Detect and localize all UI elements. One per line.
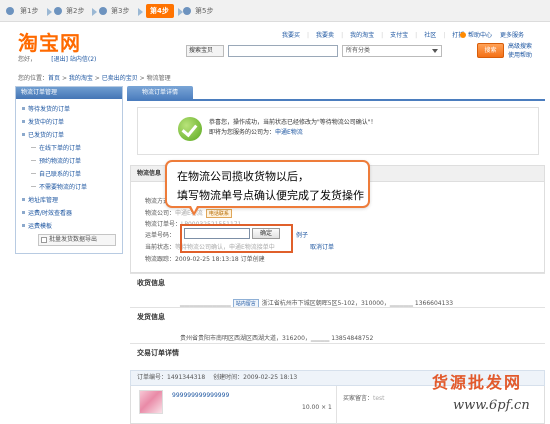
search-type-select[interactable]: 搜索宝贝 <box>186 45 224 57</box>
sidebar-item-freight-template[interactable]: 运费模板 <box>22 221 52 230</box>
waybill-highlight-box <box>180 224 293 253</box>
tab-underline <box>127 99 545 101</box>
buyer-message: 买家留言：test <box>343 395 385 402</box>
help-center-link[interactable]: 帮助中心 <box>468 32 492 39</box>
nav-my-taobao[interactable]: 我的淘宝 <box>350 32 374 39</box>
sidebar-item-no-logistics[interactable]: 不需要物流的订单 <box>31 182 87 191</box>
sidebar-item-shipped[interactable]: 已发货的订单 <box>22 130 64 139</box>
search-input[interactable] <box>228 45 338 57</box>
callout-pointer-icon <box>188 204 200 216</box>
breadcrumb: 您的位置：首页 > 我的淘宝 > 已卖出的宝贝 > 物流管理 <box>18 75 171 82</box>
category-value: 所有分类 <box>346 47 371 54</box>
breadcrumb-prefix: 您的位置： <box>18 75 49 82</box>
send-heading: 发货信息 <box>137 313 165 321</box>
step-2: 第2步 <box>66 7 85 15</box>
category-select[interactable]: 所有分类 <box>342 45 442 57</box>
step-1: 第1步 <box>20 7 39 15</box>
step-arrow-icon <box>92 8 97 16</box>
product-thumbnail[interactable] <box>139 390 163 414</box>
tracking-row: 物流跟踪：2009-02-25 18:13:18 订单创建 <box>145 256 265 263</box>
receive-heading: 收货信息 <box>137 279 165 287</box>
sidebar: 物流订单管理 等待发货的订单 发货中的订单 已发货的订单 在线下单的订单 预约物… <box>15 86 123 254</box>
batch-export-button[interactable]: 批量发货数据导出 <box>38 234 116 246</box>
search-button[interactable]: 搜索 <box>477 43 504 58</box>
divider <box>130 343 545 344</box>
waybill-row: 运单号码： <box>145 232 176 239</box>
callout-line-1: 在物流公司揽收货物以后， <box>177 170 309 183</box>
nav-buy[interactable]: 我要买 <box>282 32 300 39</box>
export-icon <box>41 237 47 243</box>
search-extra-links: 高级搜索 使用帮助 <box>508 42 548 60</box>
column-divider <box>336 386 337 424</box>
greeting-username[interactable] <box>36 56 51 63</box>
taobao-logo[interactable]: 淘宝网 <box>18 27 81 56</box>
step-4-current: 第4步 <box>146 4 174 18</box>
tab-logistics-detail[interactable]: 物流订单详情 <box>127 86 193 100</box>
logout-link[interactable]: [退出] 站内信(2) <box>51 56 96 63</box>
success-panel: 恭喜您，操作成功，当前状态已经修改为"等待物流公司确认"！ 即将为您服务的公司为… <box>137 107 539 155</box>
nav-sell[interactable]: 我要卖 <box>316 32 334 39</box>
sidebar-item-self-contact[interactable]: 自己联系的订单 <box>31 169 81 178</box>
sidebar-item-waiting-ship[interactable]: 等待发货的订单 <box>22 104 70 113</box>
step-1-dot-icon <box>6 7 14 15</box>
service-company-link[interactable]: 申通E物流 <box>275 129 303 136</box>
steps-bar: 第1步 第2步 第3步 第4步 第5步 <box>0 0 550 22</box>
search-help-link[interactable]: 使用帮助 <box>508 51 548 60</box>
divider <box>130 273 545 274</box>
instruction-callout: 在物流公司揽收货物以后， 填写物流单号点确认便完成了发货操作 <box>165 160 370 208</box>
step-arrow-icon <box>47 8 52 16</box>
sidebar-item-online-order[interactable]: 在线下单的订单 <box>31 143 81 152</box>
step-5: 第5步 <box>195 7 214 15</box>
sidebar-item-shipping[interactable]: 发货中的订单 <box>22 117 64 126</box>
breadcrumb-current: 物流管理 <box>146 75 171 82</box>
sidebar-item-reserved[interactable]: 预约物流的订单 <box>31 156 81 165</box>
step-arrow-icon <box>138 8 143 16</box>
user-greeting: 您好， [退出] 站内信(2) <box>18 54 96 63</box>
watermark-logo: 货源批发网 <box>432 373 523 392</box>
help-links: 帮助中心 更多服务 <box>460 30 524 39</box>
help-icon <box>460 32 466 38</box>
sidebar-item-freight-viewer[interactable]: 运费/时效查看器 <box>22 208 72 217</box>
nav-community[interactable]: 社区 <box>424 32 436 39</box>
top-nav: 我要买 | 我要卖 | 我的淘宝 | 支付宝 | 社区 | 打折 <box>282 32 465 39</box>
sidebar-title: 物流订单管理 <box>16 87 122 99</box>
breadcrumb-my-taobao[interactable]: 我的淘宝 <box>69 75 93 82</box>
divider <box>130 307 545 308</box>
success-message: 恭喜您，操作成功，当前状态已经修改为"等待物流公司确认"！ <box>209 119 377 126</box>
order-created-time: 2009-02-25 18:13 <box>243 374 298 381</box>
phone-contact-tag[interactable]: 电话联系 <box>205 209 232 218</box>
watermark-url: www.6pf.cn <box>453 398 530 413</box>
nav-alipay[interactable]: 支付宝 <box>390 32 408 39</box>
service-company-line: 即将为您服务的公司为：申通E物流 <box>209 129 303 136</box>
breadcrumb-sold[interactable]: 已卖出的宝贝 <box>102 75 138 82</box>
order-number: 1491344318 <box>167 374 206 381</box>
sidebar-item-address-book[interactable]: 地址库管理 <box>22 195 58 204</box>
cancel-order-link[interactable]: 取消订单 <box>310 242 334 251</box>
more-services-link[interactable]: 更多服务 <box>500 32 524 39</box>
breadcrumb-home[interactable]: 首页 <box>48 75 60 82</box>
success-check-icon <box>178 117 202 141</box>
step-3: 第3步 <box>111 7 130 15</box>
send-address-row: 贵州省贵阳市南明区西湖区西湖大道，316200，▁▁▁▁ 13854848752 <box>180 335 374 342</box>
greeting-prefix: 您好， <box>18 56 37 63</box>
chevron-down-icon <box>432 49 438 53</box>
callout-line-2: 填写物流单号点确认便完成了发货操作 <box>177 189 364 202</box>
product-price-qty: 10.00 × 1 <box>302 404 332 411</box>
example-link[interactable]: 例子 <box>296 230 308 239</box>
product-title-link[interactable]: 999999999999999 <box>172 392 229 399</box>
trade-heading: 交易订单详情 <box>137 349 179 357</box>
advanced-search-link[interactable]: 高级搜索 <box>508 42 548 51</box>
